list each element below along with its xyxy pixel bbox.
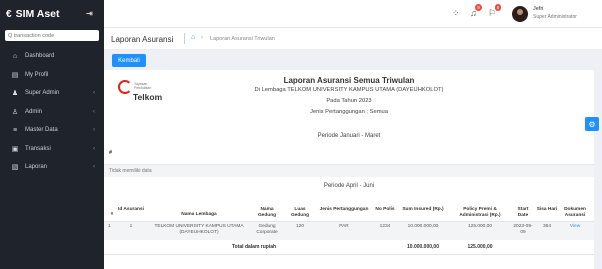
avatar[interactable] <box>512 6 528 22</box>
sidebar-item-label: Transaksi <box>25 145 51 152</box>
column-header: Sisa Hari <box>536 207 558 212</box>
chevron-left-icon: ‹ <box>93 127 95 134</box>
cell-polis: 1234 <box>379 224 391 229</box>
report-title: Laporan Asuransi Semua Triwulan <box>283 76 415 85</box>
column-header: Nama Lembaga <box>181 212 217 217</box>
notification-badge: 8 <box>494 4 502 11</box>
cell-no: 1 <box>108 224 111 229</box>
empty-row: Tidak memiliki data <box>104 164 594 177</box>
chevron-left-icon: ‹ <box>93 145 95 152</box>
report-coverage: Jenis Pertanggungan : Semua <box>310 109 388 115</box>
sidebar-item-super-admin[interactable]: ♟ Super Admin ‹ <box>0 84 104 103</box>
total-premi: 125.000,00 <box>467 244 493 250</box>
home-icon: ⌂ <box>12 52 18 60</box>
column-header: Sum Insured (Rp.) <box>402 207 444 212</box>
notification-badge: 8 <box>475 4 482 11</box>
period-title: Periode April - Juni <box>323 183 375 189</box>
sidebar-item-laporan[interactable]: ▧ Laporan ‹ <box>0 158 104 177</box>
sidebar-item-label: Laporan <box>25 164 48 171</box>
cell-id: 1 <box>129 224 133 229</box>
sidebar-item-label: My Profil <box>25 71 49 78</box>
column-header: Jenis Pertanggungan <box>319 207 369 212</box>
app-title: SIM Aset <box>15 8 60 20</box>
document-icon: ▧ <box>11 164 19 172</box>
user-name: Jefri <box>533 6 544 12</box>
chevron-left-icon: ‹ <box>93 90 95 97</box>
sidebar-item-label: Master Data <box>25 127 58 134</box>
breadcrumb: Laporan Asuransi Triwulan <box>210 36 275 42</box>
column-header: Luas Gedung <box>290 207 310 218</box>
database-icon: ≡ <box>12 126 18 134</box>
sidebar-item-profil[interactable]: ▤ My Profil <box>0 66 104 85</box>
cell-jenis: PAR <box>339 224 349 229</box>
column-header: Id Asuransi <box>118 207 144 212</box>
id-card-icon: ▤ <box>11 71 19 79</box>
back-button[interactable]: Kembali <box>112 54 146 67</box>
transaction-icon: ▣ <box>11 145 19 153</box>
sidebar-item-label: Dashboard <box>25 53 55 60</box>
chevron-left-icon: ‹ <box>93 164 95 171</box>
column-header: Policy Premi & Administrasi (Rp.) <box>459 207 501 218</box>
divider <box>104 254 594 255</box>
sidebar-search[interactable] <box>5 30 99 41</box>
sidebar-item-master-data[interactable]: ≡ Master Data ‹ <box>0 121 104 140</box>
cell-gedung: Gedung Corporate <box>256 224 278 235</box>
total-sum: 10.000.000,00 <box>407 244 439 250</box>
home-icon[interactable]: ⌂ <box>191 34 195 41</box>
view-document-link[interactable]: View <box>570 224 580 229</box>
sidebar-item-admin[interactable]: ♙ Admin ‹ <box>0 103 104 122</box>
column-header: Nama Gedung <box>257 207 277 218</box>
topbar: ⁘ ♫ 8 ⚐ 8 Jefri Super Administrator <box>104 0 602 28</box>
apps-grid-icon[interactable]: ⁘ <box>452 8 460 19</box>
empty-text: Tidak memiliki data <box>109 168 152 174</box>
sidebar-item-label: Super Admin <box>25 90 60 97</box>
user-icon: ♙ <box>11 108 19 116</box>
period-title: Periode Januari - Maret <box>317 133 381 139</box>
users-icon: ♟ <box>11 90 19 98</box>
page-title: Laporan Asuransi <box>111 35 174 44</box>
column-header: Dokumen Asuransi <box>564 207 586 218</box>
cell-start: 2023-09-09 <box>513 224 533 235</box>
sidebar-toggle-icon[interactable]: ⇥ <box>86 9 93 18</box>
divider <box>184 33 185 44</box>
search-input[interactable] <box>8 32 88 39</box>
cell-lembaga: TELKOM UNIVERSITY KAMPUS UTAMA (DAYEUHKO… <box>154 224 244 235</box>
brand: € SIM Aset ⇥ <box>0 0 104 28</box>
total-label: Total dalam rupiah <box>232 244 277 250</box>
cell-premi: 125.000,00 <box>467 224 492 229</box>
user-role: Super Administrator <box>533 14 577 20</box>
column-header: # <box>110 212 114 217</box>
column-header: No Polis <box>375 207 395 212</box>
table-header-number: # <box>109 150 113 156</box>
page-header: Laporan Asuransi ⌂ › Laporan Asuransi Tr… <box>104 28 602 50</box>
sidebar-item-transaksi[interactable]: ▣ Transaksi ‹ <box>0 140 104 159</box>
report-card: Yayasan Pendidikan Telkom Laporan Asuran… <box>104 70 594 269</box>
report-year: Pada Tahun 2023 <box>326 98 372 104</box>
app-logo-icon: € <box>6 8 12 20</box>
column-header: Start Date <box>517 207 529 218</box>
sidebar-item-dashboard[interactable]: ⌂ Dashboard <box>0 47 104 66</box>
cell-sisa: 364 <box>542 224 551 229</box>
chevron-left-icon: ‹ <box>93 108 95 115</box>
flag-icon[interactable]: ⚐ 8 <box>488 4 502 19</box>
bell-icon[interactable]: ♫ 8 <box>470 4 482 18</box>
cell-luas: 120 <box>295 224 304 229</box>
report-institution: Di Lembaga TELKOM UNIVERSITY KAMPUS UTAM… <box>254 87 444 93</box>
cell-sum: 10.000.000,00 <box>407 224 439 229</box>
chevron-right-icon: › <box>201 35 203 41</box>
sidebar: € SIM Aset ⇥ ⌂ Dashboard ▤ My Profil ♟ S… <box>0 0 104 269</box>
settings-gear-icon[interactable]: ⚙ <box>585 117 599 131</box>
sidebar-item-label: Admin <box>25 108 43 115</box>
